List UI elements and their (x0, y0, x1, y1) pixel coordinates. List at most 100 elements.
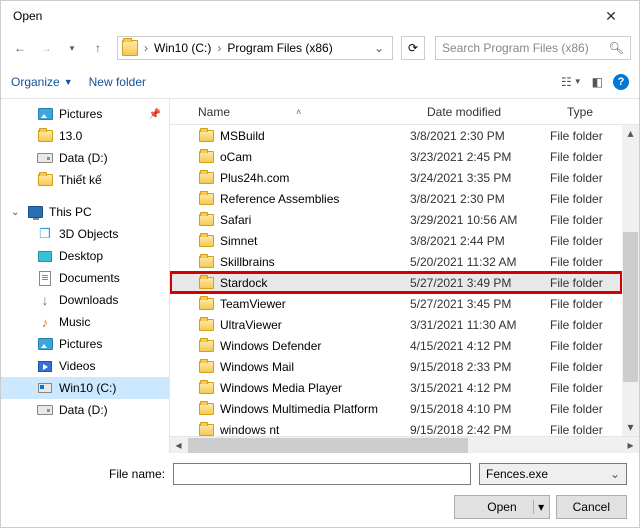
preview-pane-button[interactable]: ◧ (592, 75, 603, 89)
window-title: Open (9, 9, 591, 23)
chevron-right-icon[interactable]: › (142, 41, 150, 55)
folder-icon (199, 277, 214, 289)
column-header-date[interactable]: Date modified (427, 105, 567, 119)
filename-label: File name: (109, 467, 165, 481)
file-row[interactable]: Windows Media Player3/15/2021 4:12 PMFil… (170, 377, 622, 398)
tree-item[interactable]: Documents (1, 267, 169, 289)
folder-icon (199, 319, 214, 331)
file-row[interactable]: windows nt9/15/2018 2:42 PMFile folder (170, 419, 622, 436)
tree-item[interactable]: 13.0 (1, 125, 169, 147)
file-row[interactable]: MSBuild3/8/2021 2:30 PMFile folder (170, 125, 622, 146)
tree-node-this-pc[interactable]: ⌄ This PC (1, 201, 169, 223)
folder-icon (199, 130, 214, 142)
organize-menu[interactable]: Organize ▼ (11, 75, 73, 89)
video-icon (38, 361, 52, 372)
pictures-icon (38, 108, 53, 120)
column-header-name[interactable]: Name ˄ (198, 105, 427, 119)
tree-item[interactable]: Videos (1, 355, 169, 377)
open-button[interactable]: Open ▾ (454, 495, 549, 519)
address-dropdown[interactable]: ⌄ (370, 41, 388, 55)
tree-item-label: Data (D:) (59, 403, 108, 417)
refresh-button[interactable]: ⟳ (401, 36, 425, 60)
scroll-down-arrow[interactable]: ▾ (622, 419, 639, 436)
tree-item[interactable]: Data (D:) (1, 399, 169, 421)
address-bar[interactable]: › Win10 (C:) › Program Files (x86) ⌄ (117, 36, 393, 60)
scroll-thumb[interactable] (623, 232, 638, 382)
file-row[interactable]: oCam3/23/2021 2:45 PMFile folder (170, 146, 622, 167)
file-type: File folder (550, 402, 622, 416)
file-date: 3/8/2021 2:30 PM (410, 129, 550, 143)
doc-icon (39, 271, 51, 286)
file-row[interactable]: Skillbrains5/20/2021 11:32 AMFile folder (170, 251, 622, 272)
folder-icon (199, 298, 214, 310)
scroll-right-arrow[interactable]: ▸ (622, 438, 639, 452)
file-type-filter[interactable]: Fences.exe ⌄ (479, 463, 627, 485)
file-row[interactable]: Safari3/29/2021 10:56 AMFile folder (170, 209, 622, 230)
scroll-thumb[interactable] (188, 438, 468, 453)
titlebar: Open ✕ (1, 1, 639, 31)
scroll-left-arrow[interactable]: ◂ (170, 438, 187, 452)
file-row[interactable]: TeamViewer5/27/2021 3:45 PMFile folder (170, 293, 622, 314)
file-row[interactable]: UltraViewer3/31/2021 11:30 AMFile folder (170, 314, 622, 335)
file-type: File folder (550, 381, 622, 395)
tree-item[interactable]: ♪Music (1, 311, 169, 333)
search-placeholder: Search Program Files (x86) (442, 41, 589, 55)
filename-input[interactable] (173, 463, 471, 485)
tree-item[interactable]: Pictures📌 (1, 103, 169, 125)
search-input[interactable]: Search Program Files (x86) 🔍︎ (435, 36, 631, 60)
chevron-down-icon: ▼ (574, 77, 582, 86)
back-button[interactable]: ← (9, 37, 31, 59)
tree-item-label: Desktop (59, 249, 103, 263)
file-row[interactable]: Windows Mail9/15/2018 2:33 PMFile folder (170, 356, 622, 377)
desk-icon (38, 251, 52, 262)
cancel-button[interactable]: Cancel (556, 495, 627, 519)
breadcrumb-segment[interactable]: Win10 (C:) (150, 41, 215, 55)
view-options-button[interactable]: ☷ ▼ (561, 75, 582, 89)
file-name: Simnet (220, 234, 410, 248)
file-row[interactable]: Reference Assemblies3/8/2021 2:30 PMFile… (170, 188, 622, 209)
tree-item-label: Downloads (59, 293, 118, 307)
chevron-right-icon[interactable]: › (215, 41, 223, 55)
file-type: File folder (550, 192, 622, 206)
folder-icon (122, 40, 138, 56)
file-date: 5/20/2021 11:32 AM (410, 255, 550, 269)
folder-icon (199, 172, 214, 184)
tree-item[interactable]: Thiết kế (1, 169, 169, 191)
file-row[interactable]: Windows Multimedia Platform9/15/2018 4:1… (170, 398, 622, 419)
file-row[interactable]: Windows Defender4/15/2021 4:12 PMFile fo… (170, 335, 622, 356)
file-row[interactable]: Plus24h.com3/24/2021 3:35 PMFile folder (170, 167, 622, 188)
file-name: Stardock (220, 276, 410, 290)
chevron-down-icon: ⌄ (610, 467, 620, 481)
open-dropdown[interactable]: ▾ (533, 500, 549, 514)
new-folder-button[interactable]: New folder (89, 75, 146, 89)
tree-item[interactable]: ↓Downloads (1, 289, 169, 311)
tree-item[interactable]: Win10 (C:) (1, 377, 169, 399)
tree-item[interactable]: ❒3D Objects (1, 223, 169, 245)
file-type: File folder (550, 339, 622, 353)
file-type: File folder (550, 276, 622, 290)
close-button[interactable]: ✕ (591, 8, 631, 25)
tree-item-label: Music (59, 315, 90, 329)
file-date: 5/27/2021 3:45 PM (410, 297, 550, 311)
tree-item[interactable]: Pictures (1, 333, 169, 355)
file-row[interactable]: Simnet3/8/2021 2:44 PMFile folder (170, 230, 622, 251)
horizontal-scrollbar[interactable]: ◂ ▸ (170, 436, 639, 453)
pin-icon: 📌 (149, 109, 161, 120)
folder-icon (199, 193, 214, 205)
help-button[interactable]: ? (613, 74, 629, 90)
folder-icon (199, 214, 214, 226)
scroll-up-arrow[interactable]: ▴ (622, 125, 639, 142)
vertical-scrollbar[interactable]: ▴ ▾ (622, 125, 639, 436)
file-name: Plus24h.com (220, 171, 410, 185)
breadcrumb-segment[interactable]: Program Files (x86) (223, 41, 336, 55)
column-header-type[interactable]: Type (567, 105, 639, 119)
tree-item[interactable]: Desktop (1, 245, 169, 267)
sort-indicator-icon: ˄ (296, 107, 301, 117)
expand-caret-icon[interactable]: ⌄ (11, 207, 21, 218)
forward-button[interactable]: → (35, 37, 57, 59)
file-row[interactable]: Stardock5/27/2021 3:49 PMFile folder (170, 272, 622, 293)
up-button[interactable]: ↑ (87, 37, 109, 59)
tree-item[interactable]: Data (D:) (1, 147, 169, 169)
file-date: 3/29/2021 10:56 AM (410, 213, 550, 227)
recent-dropdown[interactable]: ▾ (61, 37, 83, 59)
